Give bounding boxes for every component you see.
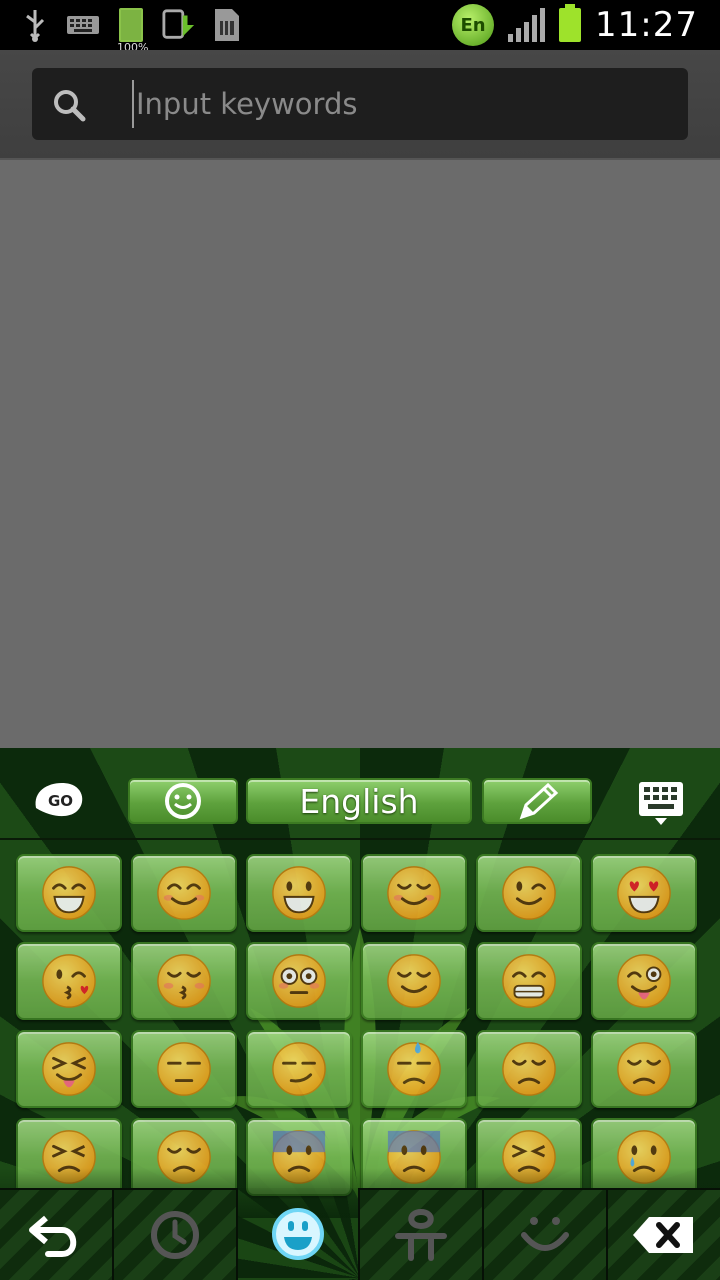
search-box[interactable] (32, 68, 688, 140)
sweat-emoji-icon (387, 1041, 441, 1096)
emoji-key-kissing-heart[interactable] (16, 942, 122, 1020)
search-input[interactable] (132, 80, 672, 128)
kissing-closed-eyes-emoji-icon (157, 954, 211, 1008)
emoji-key-smiley[interactable] (246, 854, 352, 932)
emoji-key-disappointed[interactable] (591, 1030, 697, 1108)
emoji-tab[interactable] (238, 1188, 360, 1280)
signal-icon (508, 8, 546, 42)
text-emoticon-icon (395, 1209, 447, 1261)
keyboard-bottom-bar (0, 1188, 720, 1280)
emoji-key-stuck-out-tongue-wink[interactable] (591, 942, 697, 1020)
go-keyboard-en-icon: En (452, 4, 495, 46)
tongue-closed-eyes-emoji-icon (42, 1042, 96, 1096)
search-icon (54, 90, 86, 122)
emoji-key-relaxed[interactable] (361, 854, 467, 932)
emoji-key-grimacing[interactable] (476, 942, 582, 1020)
emoji-key-wink[interactable] (476, 854, 582, 932)
recent-tab[interactable] (114, 1188, 238, 1280)
language-button[interactable]: English (246, 778, 472, 824)
heart-eyes-emoji-icon (617, 866, 671, 920)
emoji-key-kissing-closed-eyes[interactable] (131, 942, 237, 1020)
go-label: GO (48, 792, 73, 810)
battery-icon (559, 4, 582, 42)
notification-icons: 100% (18, 6, 244, 54)
emoji-key-relieved[interactable] (361, 942, 467, 1020)
keyboard-top-bar: GO English (0, 748, 720, 840)
pencil-icon (519, 782, 559, 820)
flushed-emoji-icon (272, 954, 326, 1008)
wink-emoji-icon (502, 866, 556, 920)
emoji-key-pensive[interactable] (476, 1030, 582, 1108)
battery-charged-icon: 100% (114, 6, 148, 54)
upload-icon (162, 6, 196, 44)
emoji-face-icon (165, 783, 201, 819)
handwriting-button[interactable] (482, 778, 592, 824)
keyboard-icon (66, 6, 100, 44)
emoji-key-flushed[interactable] (246, 942, 352, 1020)
keyboard-switch-button[interactable] (636, 778, 686, 828)
delete-button[interactable] (608, 1188, 720, 1280)
grimacing-emoji-icon (502, 954, 556, 1008)
go-logo-button[interactable]: GO (30, 778, 88, 822)
back-button[interactable] (0, 1188, 114, 1280)
emoji-key-grinning[interactable] (16, 854, 122, 932)
results-area (0, 162, 720, 748)
usb-icon (18, 6, 52, 44)
emoji-key-smiling-blush[interactable] (131, 854, 237, 932)
unamused-emoji-icon (157, 1042, 211, 1096)
pensive-emoji-icon (502, 1042, 556, 1096)
smiley-emoji-icon (272, 866, 326, 920)
smirk-emoji-icon (272, 1042, 326, 1096)
emoji-smile-icon (272, 1208, 324, 1260)
keyboard-switch-icon (639, 782, 683, 825)
recent-clock-icon (151, 1211, 199, 1259)
relieved-emoji-icon (387, 954, 441, 1008)
delete-icon (633, 1217, 693, 1253)
emoji-grid (16, 854, 706, 1196)
stuck-out-tongue-wink-emoji-icon (617, 954, 671, 1008)
relaxed-emoji-icon (387, 866, 441, 920)
emoji-tab-button[interactable] (128, 778, 238, 824)
kissing-heart-emoji-icon (42, 954, 96, 1008)
language-label: English (299, 781, 419, 821)
go-logo-icon: GO (35, 783, 83, 817)
emoji-key-sweat[interactable] (361, 1030, 467, 1108)
status-bar: 100% En 11:27 (0, 0, 720, 54)
emoji-key-tongue-closed-eyes[interactable] (16, 1030, 122, 1108)
back-arrow-icon (29, 1215, 77, 1257)
smiling-blush-emoji-icon (157, 866, 211, 920)
grinning-emoji-icon (42, 866, 96, 920)
clock: 11:27 (595, 5, 698, 45)
emoji-key-smirk[interactable] (246, 1030, 352, 1108)
sim-icon (210, 6, 244, 44)
kaomoji-smile-icon (521, 1217, 569, 1251)
disappointed-emoji-icon (617, 1042, 671, 1096)
emoji-keyboard: GO English (0, 748, 720, 1280)
text-emoticon-tab[interactable] (360, 1188, 484, 1280)
system-icons: En 11:27 (452, 4, 698, 46)
search-bar (0, 50, 720, 160)
emoji-key-heart-eyes[interactable] (591, 854, 697, 932)
kaomoji-tab[interactable] (484, 1188, 608, 1280)
emoji-key-unamused[interactable] (131, 1030, 237, 1108)
